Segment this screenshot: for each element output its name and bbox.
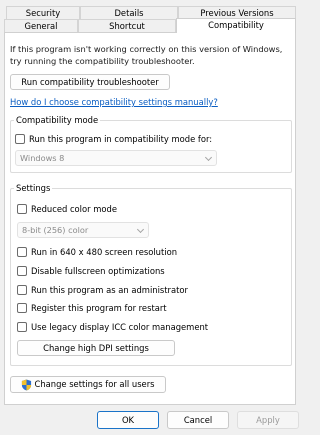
reduced-color-checkbox-row[interactable]: Reduced color mode: [17, 203, 117, 215]
tab-strip: Security Details Previous Versions Gener…: [0, 0, 300, 33]
option-640x480-row[interactable]: Run in 640 x 480 screen resolution: [17, 246, 177, 258]
chevron-down-icon: [204, 153, 213, 162]
option-register-restart-label: Register this program for restart: [31, 303, 167, 313]
help-link[interactable]: How do I choose compatibility settings m…: [10, 97, 218, 107]
chevron-down-icon: [136, 225, 145, 234]
reduced-color-checkbox[interactable]: [17, 204, 27, 214]
option-disable-fullscreen-row[interactable]: Disable fullscreen optimizations: [17, 265, 165, 277]
option-legacy-icc-row[interactable]: Use legacy display ICC color management: [17, 321, 208, 333]
tab-compatibility[interactable]: Compatibility: [176, 18, 296, 33]
reduced-color-label: Reduced color mode: [31, 204, 117, 214]
uac-shield-icon: [22, 379, 32, 390]
tab-general[interactable]: General: [4, 19, 78, 33]
intro-text: If this program isn't working correctly …: [10, 44, 283, 66]
compat-mode-select-value: Windows 8: [20, 153, 65, 163]
option-run-as-admin-checkbox[interactable]: [17, 285, 27, 295]
tab-details[interactable]: Details: [80, 6, 178, 19]
ok-button[interactable]: OK: [97, 411, 159, 429]
option-legacy-icc-label: Use legacy display ICC color management: [31, 322, 209, 332]
option-legacy-icc-checkbox[interactable]: [17, 322, 27, 332]
color-mode-select-value: 8-bit (256) color: [22, 225, 89, 235]
compatibility-mode-legend: Compatibility mode: [16, 115, 99, 125]
change-settings-all-users-button[interactable]: Change settings for all users: [10, 376, 166, 393]
option-run-as-admin-row[interactable]: Run this program as an administrator: [17, 284, 188, 296]
option-register-restart-checkbox[interactable]: [17, 303, 27, 313]
change-settings-all-users-label: Change settings for all users: [34, 379, 155, 389]
option-register-restart-row[interactable]: Register this program for restart: [17, 302, 167, 314]
cancel-button[interactable]: Cancel: [167, 411, 229, 429]
properties-dialog: Security Details Previous Versions Gener…: [0, 0, 300, 435]
compat-mode-label: Run this program in compatibility mode f…: [29, 134, 213, 144]
option-disable-fullscreen-label: Disable fullscreen optimizations: [31, 266, 165, 276]
settings-legend: Settings: [16, 183, 51, 193]
color-mode-select[interactable]: 8-bit (256) color: [17, 222, 149, 238]
option-disable-fullscreen-checkbox[interactable]: [17, 266, 27, 276]
option-640x480-label: Run in 640 x 480 screen resolution: [31, 247, 178, 257]
tab-shortcut[interactable]: Shortcut: [78, 19, 176, 33]
compatibility-panel: If this program isn't working correctly …: [4, 32, 296, 405]
option-run-as-admin-label: Run this program as an administrator: [31, 285, 188, 295]
compat-mode-checkbox[interactable]: [15, 134, 25, 144]
option-640x480-checkbox[interactable]: [17, 247, 27, 257]
compat-mode-checkbox-row[interactable]: Run this program in compatibility mode f…: [15, 133, 212, 145]
tab-security[interactable]: Security: [6, 6, 80, 19]
run-troubleshooter-button[interactable]: Run compatibility troubleshooter: [10, 74, 170, 90]
change-dpi-settings-button[interactable]: Change high DPI settings: [17, 340, 175, 356]
compat-mode-select[interactable]: Windows 8: [15, 150, 217, 166]
apply-button[interactable]: Apply: [237, 411, 299, 429]
